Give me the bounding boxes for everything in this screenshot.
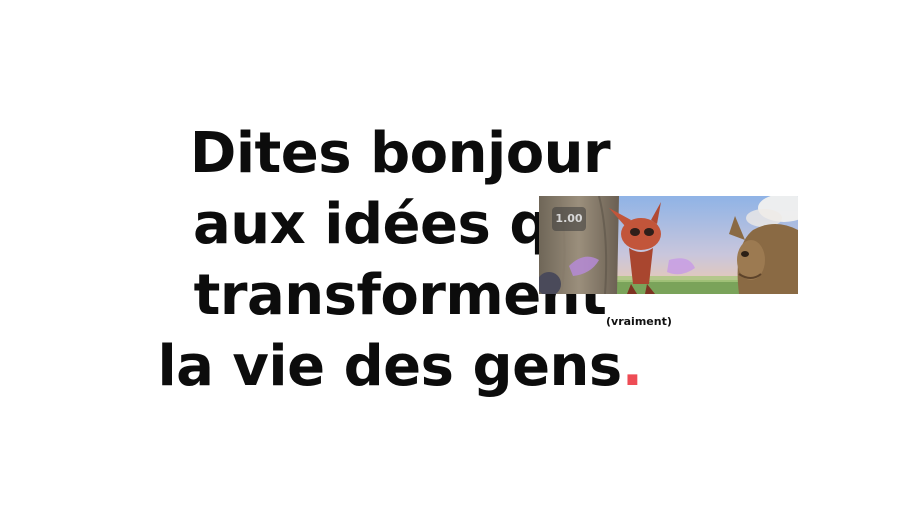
page: Dites bonjour aux idées qui transforment… — [0, 0, 899, 524]
playback-speed-badge[interactable]: 1.00 — [552, 207, 586, 231]
headline-line-4: la vie des gens. — [140, 331, 660, 402]
headline-accent-dot: . — [621, 334, 643, 399]
side-note: (vraiment) — [606, 315, 672, 328]
headline-line-4-text: la vie des gens — [157, 334, 622, 399]
headline-line-1: Dites bonjour — [189, 121, 611, 186]
